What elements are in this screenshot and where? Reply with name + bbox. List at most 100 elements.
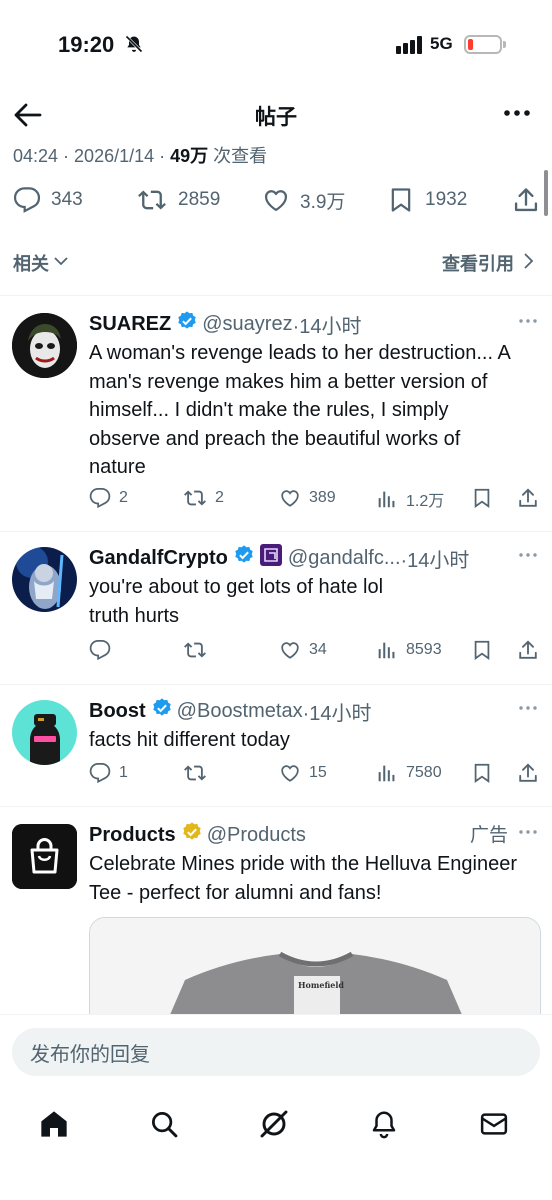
- like-button[interactable]: 15: [279, 762, 327, 784]
- reply-icon: [89, 487, 111, 509]
- like-icon: [281, 490, 299, 507]
- bookmark-icon: [474, 763, 490, 783]
- tweet-time: ·14小时: [302, 702, 372, 725]
- likes-stat[interactable]: 3.9万: [262, 186, 345, 214]
- like-button[interactable]: 389: [279, 487, 336, 509]
- bottom-nav: [0, 1090, 552, 1200]
- reply-button[interactable]: 1: [89, 762, 128, 784]
- bookmark-button[interactable]: [471, 762, 493, 784]
- more-icon[interactable]: [518, 545, 538, 570]
- reposts-stat[interactable]: 2859: [136, 186, 220, 214]
- nav-notifications[interactable]: [364, 1104, 404, 1144]
- nav-messages[interactable]: [474, 1104, 514, 1144]
- divider: [0, 806, 552, 807]
- more-icon[interactable]: [518, 698, 538, 723]
- bookmark-icon: [474, 488, 490, 508]
- author-name[interactable]: Products: [89, 824, 176, 847]
- post-views-count[interactable]: 49万: [170, 146, 208, 166]
- post-date: 2026/1/14: [74, 146, 155, 166]
- bookmark-icon: [387, 186, 415, 214]
- verified-badge-icon: [151, 697, 173, 725]
- avatar[interactable]: [12, 824, 77, 889]
- divider: [0, 684, 552, 685]
- reply-bar: 发布你的回复: [0, 1014, 552, 1090]
- repost-icon: [136, 186, 168, 214]
- share-button[interactable]: [517, 639, 539, 661]
- views-icon: [378, 642, 395, 659]
- verified-badge-icon: [233, 544, 255, 572]
- tweet-time: ·14小时: [400, 549, 470, 572]
- tweet-actions: 34 8593: [89, 639, 541, 669]
- like-count: 389: [309, 489, 336, 506]
- like-icon: [281, 765, 299, 782]
- share-icon: [519, 488, 537, 507]
- like-count: 15: [309, 764, 327, 781]
- nav-search[interactable]: [144, 1104, 184, 1144]
- likes-count: 3.9万: [300, 191, 346, 213]
- views-count: 1.2万: [406, 493, 445, 510]
- bookmarks-stat[interactable]: 1932: [387, 186, 467, 214]
- network-label: 5G: [430, 34, 453, 53]
- author-name[interactable]: Boost: [89, 700, 146, 723]
- tweet-time: ·14小时: [292, 315, 362, 338]
- reply-button[interactable]: 2: [89, 487, 128, 509]
- avatar[interactable]: [12, 313, 77, 378]
- nav-grok[interactable]: [254, 1104, 294, 1144]
- author-name[interactable]: SUAREZ: [89, 313, 171, 336]
- more-icon[interactable]: [504, 103, 530, 128]
- verified-gold-badge-icon: [181, 821, 203, 849]
- reply-button[interactable]: [89, 639, 119, 661]
- tweet-actions: 1 15 7580: [89, 762, 541, 792]
- repost-button[interactable]: 2: [183, 487, 224, 509]
- avatar[interactable]: [12, 700, 77, 765]
- like-icon: [281, 642, 299, 659]
- reply-icon: [89, 762, 111, 784]
- reply-input[interactable]: 发布你的回复: [12, 1028, 540, 1076]
- grok-icon: [260, 1110, 288, 1138]
- status-time: 19:20: [58, 32, 115, 57]
- author-name[interactable]: GandalfCrypto: [89, 547, 228, 570]
- author-handle[interactable]: @suayrez: [202, 313, 292, 336]
- divider: [0, 295, 552, 296]
- like-button[interactable]: 34: [279, 639, 327, 661]
- author-handle[interactable]: @Boostmetax: [177, 700, 303, 723]
- repost-button[interactable]: [183, 762, 215, 784]
- views-button[interactable]: 8593: [376, 639, 442, 661]
- repost-button[interactable]: [183, 639, 215, 661]
- reply-icon: [13, 186, 41, 214]
- reply-icon: [89, 639, 111, 661]
- view-quotes-link[interactable]: 查看引用: [442, 250, 534, 276]
- notifications-icon: [372, 1111, 396, 1139]
- tweet-header: SUAREZ @suayrez ·14小时: [89, 309, 538, 339]
- share-button[interactable]: [517, 762, 539, 784]
- post-views-label: 次查看: [208, 146, 268, 166]
- view-quotes-label: 查看引用: [442, 254, 514, 274]
- replies-stat[interactable]: 343: [13, 186, 83, 214]
- affiliate-badge-icon[interactable]: [259, 544, 282, 572]
- repost-icon: [184, 642, 206, 658]
- share-button[interactable]: [512, 186, 540, 214]
- bookmark-button[interactable]: [471, 639, 493, 661]
- views-button[interactable]: 1.2万: [376, 487, 444, 511]
- author-handle[interactable]: @Products: [207, 824, 306, 847]
- nav-home[interactable]: [34, 1104, 74, 1144]
- chevron-down-icon: [53, 253, 69, 274]
- like-icon: [262, 186, 290, 214]
- tweet-header: Boost @Boostmetax ·14小时: [89, 696, 538, 726]
- bookmarks-count: 1932: [425, 189, 468, 210]
- reply-tweet[interactable]: SUAREZ @suayrez ·14小时 A woman's revenge …: [0, 309, 552, 531]
- signal-icon: [396, 36, 424, 59]
- reply-tweet[interactable]: Boost @Boostmetax ·14小时 facts hit differ…: [0, 696, 552, 806]
- more-icon[interactable]: [518, 822, 538, 847]
- avatar[interactable]: [12, 547, 77, 612]
- bookmark-icon: [474, 640, 490, 660]
- related-sort-button[interactable]: 相关: [13, 250, 69, 276]
- reply-tweet[interactable]: GandalfCrypto @gandalfc... ·14小时 you're …: [0, 543, 552, 683]
- more-icon[interactable]: [518, 311, 538, 336]
- bookmark-button[interactable]: [471, 487, 493, 509]
- share-icon: [519, 763, 537, 782]
- views-button[interactable]: 7580: [376, 762, 442, 784]
- share-button[interactable]: [517, 487, 539, 509]
- post-meta: 04:24 · 2026/1/14 · 49万 次查看: [13, 142, 267, 168]
- author-handle[interactable]: @gandalfc...: [288, 547, 401, 570]
